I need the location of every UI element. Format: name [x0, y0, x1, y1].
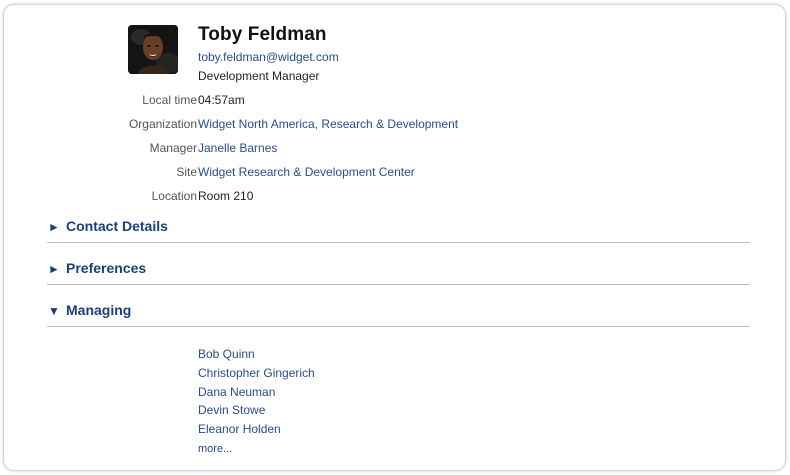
section-preferences[interactable]: ► Preferences: [47, 257, 750, 285]
section-managing[interactable]: ▼ Managing: [47, 299, 750, 327]
section-contact-details[interactable]: ► Contact Details: [47, 215, 750, 243]
managed-person-link[interactable]: Eleanor Holden: [198, 423, 315, 442]
detail-label: Local time: [142, 93, 197, 107]
detail-label: Manager: [149, 141, 197, 155]
site-link[interactable]: Widget Research & Development Center: [198, 165, 415, 179]
managed-person-link[interactable]: Christopher Gingerich: [198, 366, 315, 386]
managed-person-link[interactable]: Devin Stowe: [198, 404, 315, 423]
section-label: Contact Details: [66, 218, 168, 234]
organization-link[interactable]: Widget North America, Research & Develop…: [198, 117, 458, 131]
location-value: Room 210: [198, 189, 254, 203]
job-title: Development Manager: [198, 69, 320, 83]
managed-person-link[interactable]: Dana Neuman: [198, 385, 315, 405]
detail-label: Site: [176, 165, 197, 179]
collapse-arrow-icon: ▼: [48, 304, 60, 318]
detail-label: Location: [151, 189, 197, 203]
section-label: Managing: [66, 302, 132, 318]
section-label: Preferences: [66, 260, 147, 276]
avatar: [128, 25, 178, 74]
person-photo-icon: [128, 25, 178, 74]
more-link[interactable]: more...: [198, 443, 232, 455]
manager-link[interactable]: Janelle Barnes: [198, 141, 277, 155]
detail-label: Organization: [128, 117, 197, 131]
expand-arrow-icon: ►: [48, 262, 60, 276]
local-time-value: 04:57am: [198, 93, 245, 107]
managed-person-link[interactable]: Bob Quinn: [198, 348, 315, 367]
managing-list: Bob Quinn Christopher Gingerich Dana Neu…: [198, 348, 315, 442]
expand-arrow-icon: ►: [48, 220, 60, 234]
email-link[interactable]: toby.feldman@widget.com: [198, 50, 339, 64]
profile-name: Toby Feldman: [198, 24, 327, 45]
